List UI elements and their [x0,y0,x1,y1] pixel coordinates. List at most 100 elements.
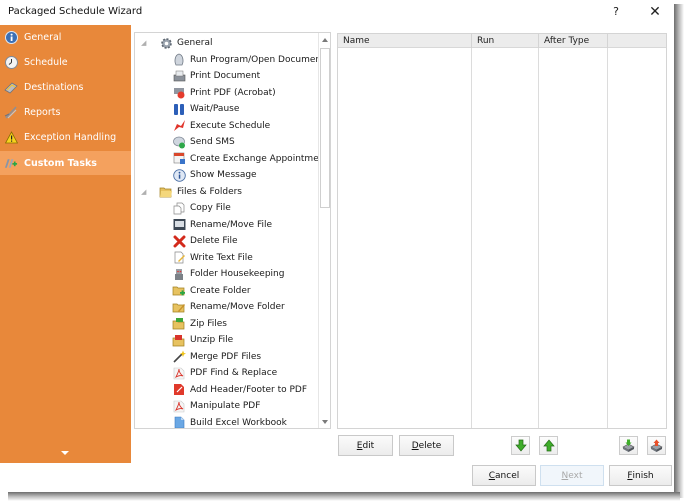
create-folder-icon [172,284,186,298]
help-button[interactable]: ? [608,3,624,21]
window-shadow [674,4,684,498]
chevron-down-icon[interactable] [61,451,69,455]
tree-item[interactable]: PDF Find & Replace [172,365,277,381]
task-tree: ◢ General Run Program/Open Document Print D… [134,32,331,429]
merge-pdf-icon [172,350,186,364]
column-header-run[interactable]: Run [472,34,539,48]
move-down-button[interactable] [511,436,530,455]
tree-item-label: Rename/Move Folder [190,302,285,312]
rename-file-icon [172,218,186,232]
table-header: Name Run After Type [338,34,666,48]
tree-item[interactable]: Run Program/Open Document [172,52,325,68]
scroll-down-button[interactable] [319,415,330,428]
delete-button[interactable]: Delete [399,435,454,456]
arrow-up-icon [322,37,328,42]
expander-icon[interactable]: ◢ [141,188,151,196]
tree-item-label: Folder Housekeeping [190,269,285,279]
column-header-after-type[interactable]: After Type [539,34,608,48]
export-button[interactable] [647,436,666,455]
column-header-name[interactable]: Name [338,34,472,48]
print-pdf-icon [172,86,186,100]
sidebar-item-label: Destinations [24,81,84,93]
tree-item-label: Merge PDF Files [190,351,262,362]
destination-icon [4,80,18,94]
sidebar-item-label: Exception Handling [24,131,117,143]
tree-item[interactable]: Rename/Move Folder [172,299,285,315]
tree-item[interactable]: Copy File [172,200,231,216]
tree-item[interactable]: Write Text File [172,250,253,266]
close-button[interactable]: ✕ [645,2,665,22]
write-text-icon [172,251,186,265]
tree-item[interactable]: Execute Schedule [172,118,270,134]
tree-item[interactable]: Folder Housekeeping [172,266,284,282]
window-shadow-bottom [8,492,680,501]
info-icon [4,30,18,44]
clock-icon [4,55,18,69]
tree-scrollbar[interactable] [318,33,330,428]
tree-item[interactable]: Rename/Move File [172,217,272,233]
housekeeping-icon [172,267,186,281]
tree-item[interactable]: Print Document [172,68,260,84]
tree-item-label: Delete File [190,236,238,246]
expander-icon[interactable]: ◢ [141,39,151,47]
custom-tasks-icon [4,156,18,170]
sidebar-item-label: Custom Tasks [24,157,97,169]
run-program-icon [172,53,186,67]
edit-button[interactable]: Edit [338,435,393,456]
export-icon [650,439,663,452]
tree-item[interactable]: Delete File [172,233,238,249]
tree-item[interactable]: Unzip File [172,332,233,348]
scroll-up-button[interactable] [319,33,330,46]
tree-item[interactable]: Create Exchange Appointment [172,151,328,167]
sidebar-item-label: Reports [24,106,61,118]
tree-item-label: Execute Schedule [190,120,271,131]
sidebar-item-schedule[interactable]: Schedule [0,50,131,74]
scroll-thumb[interactable] [320,48,330,208]
sidebar-item-custom-tasks[interactable]: Custom Tasks [0,151,131,175]
pause-icon [172,102,186,116]
tree-item[interactable]: Merge PDF Files [172,349,261,365]
cancel-button[interactable]: Cancel [472,465,536,486]
sidebar-item-destinations[interactable]: Destinations [0,75,131,99]
tree-item[interactable]: Manipulate PDF [172,398,260,414]
tree-item[interactable]: Create Folder [172,283,251,299]
zip-icon [172,317,186,331]
printer-icon [172,69,186,83]
move-up-button[interactable] [539,436,558,455]
delete-icon [172,234,186,248]
tree-item[interactable]: Build Excel Workbook [172,415,287,428]
sidebar-item-general[interactable]: General [0,25,131,49]
arrow-down-icon [322,419,328,424]
tree-item-label: Run Program/Open Document [190,54,325,65]
tree-group[interactable]: ◢ General [141,35,212,51]
import-icon [622,439,635,452]
tree-item[interactable]: Show Message [172,167,257,183]
tree-item-label: Create Folder [190,285,251,296]
window-title: Packaged Schedule Wizard [8,6,143,17]
tree-item-label: Show Message [190,170,257,180]
sidebar-item-exception-handling[interactable]: Exception Handling [0,125,131,149]
execute-schedule-icon [172,119,186,133]
tree-item-label: Manipulate PDF [190,401,261,411]
tree-item[interactable]: Add Header/Footer to PDF [172,382,307,398]
pdf-header-icon [172,383,186,397]
sidebar-item-reports[interactable]: Reports [0,100,131,124]
import-button[interactable] [619,436,638,455]
tree-group[interactable]: ◢ Files & Folders [141,184,242,200]
tree-item[interactable]: Zip Files [172,316,227,332]
column-header-extra[interactable] [608,34,666,48]
tree-item-label: Print Document [190,71,261,81]
custom-tasks-table: Name Run After Type [337,33,667,429]
tree-item-label: Write Text File [190,252,253,263]
wizard-sidebar: General Schedule Destinations Reports Ex… [0,25,131,463]
tree-item[interactable]: Wait/Pause [172,101,239,117]
finish-button[interactable]: Finish [609,465,672,486]
folder-icon [159,185,173,199]
tree-item[interactable]: Send SMS [172,134,235,150]
reports-icon [4,105,18,119]
tree-item[interactable]: Print PDF (Acrobat) [172,85,276,101]
next-button[interactable]: Next [540,465,604,486]
arrow-up-icon [542,439,555,452]
sidebar-item-label: General [24,31,62,43]
tree-item-label: Zip Files [190,318,227,329]
